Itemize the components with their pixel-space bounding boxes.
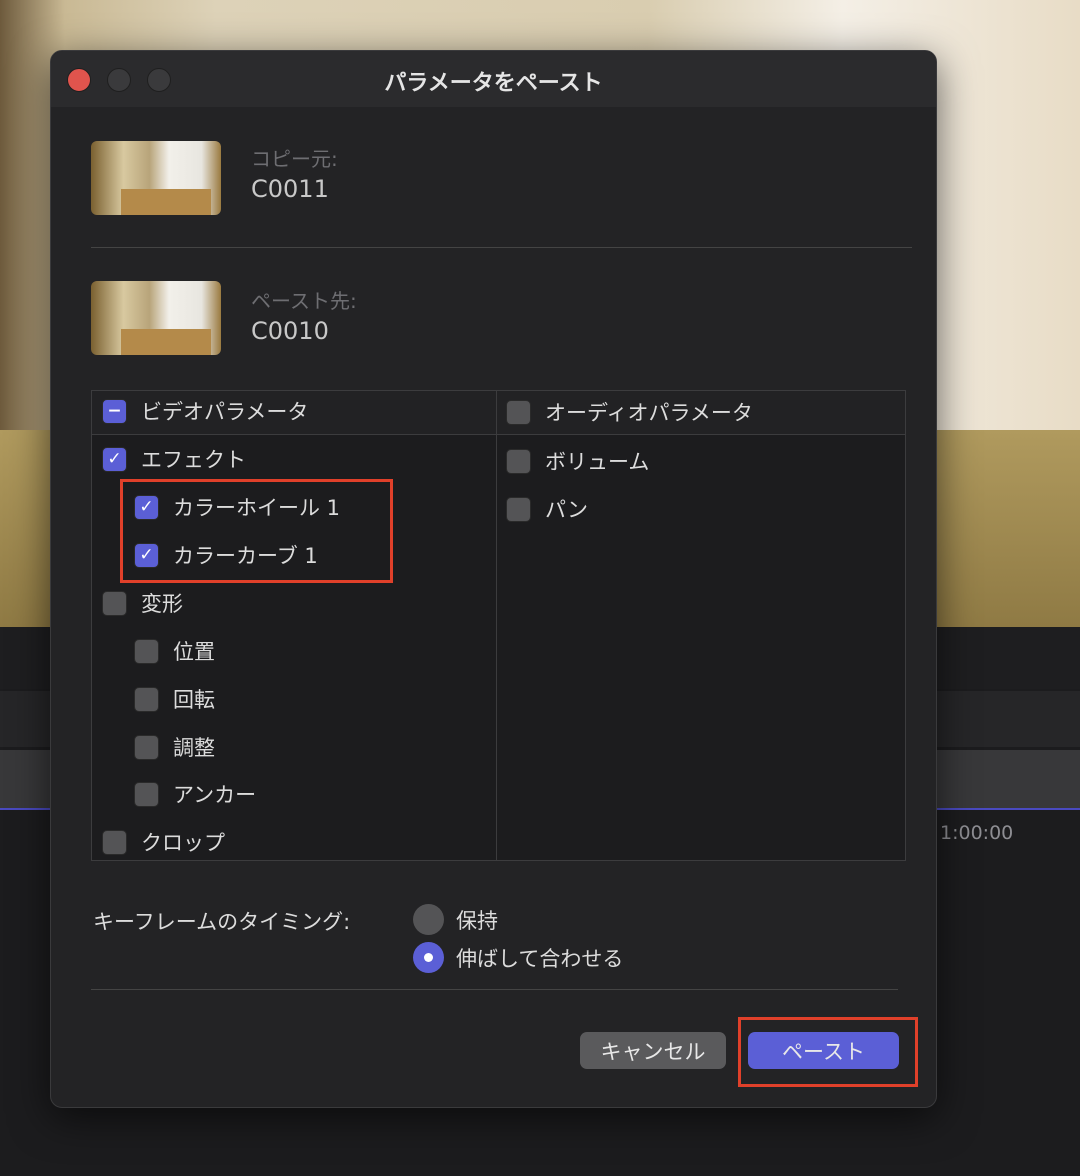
source-clip-name: C0011 [251,175,329,203]
title-bar: パラメータをペースト [51,51,936,107]
video-parameters-checkbox[interactable]: − ビデオパラメータ [102,396,308,426]
rotation-checkbox[interactable]: 回転 [134,684,215,714]
destination-thumbnail [91,281,221,355]
divider [91,989,898,990]
audio-parameters-checkbox[interactable]: オーディオパラメータ [506,397,753,427]
checkbox-box [134,781,159,807]
checkbox-box [102,829,127,855]
position-checkbox[interactable]: 位置 [134,636,215,666]
pan-checkbox[interactable]: パン [506,494,588,524]
checkbox-label: パン [545,498,589,522]
scale-checkbox[interactable]: 調整 [134,732,215,762]
transform-checkbox[interactable]: 変形 [102,588,183,618]
checkbox-label: ボリューム [545,450,650,474]
annotation-highlight-box [120,479,393,583]
destination-clip-name: C0010 [251,317,329,345]
checkbox-box [506,496,531,522]
radio-stretch-to-fit[interactable]: 伸ばして合わせる [413,942,623,973]
dialog-title: パラメータをペースト [384,71,603,96]
radio-button-selected [413,942,444,973]
divider [91,247,912,248]
audio-parameters-label: オーディオパラメータ [545,401,753,425]
radio-label: 保持 [456,908,498,933]
volume-checkbox[interactable]: ボリューム [506,446,649,476]
radio-button [413,904,444,935]
anchor-checkbox[interactable]: アンカー [134,779,256,809]
checkbox-label: エフェクト [141,448,246,472]
checkbox-label: 調整 [173,736,215,760]
timeline-timecode: 1:00:00 [940,822,1014,844]
video-parameters-label: ビデオパラメータ [141,400,309,424]
checkbox-box [506,448,531,474]
checkbox-label: 回転 [173,688,215,712]
radio-keep[interactable]: 保持 [413,904,498,935]
source-label: コピー元: [251,147,338,171]
source-thumbnail [91,141,221,215]
checkmark-icon: ✓ [102,446,127,472]
crop-checkbox[interactable]: クロップ [102,827,225,857]
checkbox-label: 変形 [141,592,183,616]
effects-checkbox[interactable]: ✓ エフェクト [102,444,246,474]
checkbox-box [134,734,159,760]
checkbox-box [506,399,531,425]
paste-parameters-dialog: パラメータをペースト コピー元: C0011 ペースト先: C0010 − ビデオ… [50,50,937,1108]
checkbox-box [102,590,127,616]
keyframe-timing-label: キーフレームのタイミング: [93,910,351,934]
checkbox-label: 位置 [173,640,215,664]
annotation-highlight-box [738,1017,918,1087]
destination-label: ペースト先: [251,289,357,313]
checkbox-box [134,686,159,712]
cancel-button[interactable]: キャンセル [580,1032,726,1069]
parameter-table: − ビデオパラメータ オーディオパラメータ ✓ エフェクト ✓ カラーホイール 1 ✓… [91,390,906,861]
checkbox-label: アンカー [173,783,257,807]
mixed-state-icon: − [102,398,127,424]
radio-label: 伸ばして合わせる [456,946,624,971]
checkbox-label: クロップ [141,831,225,855]
checkbox-box [134,638,159,664]
